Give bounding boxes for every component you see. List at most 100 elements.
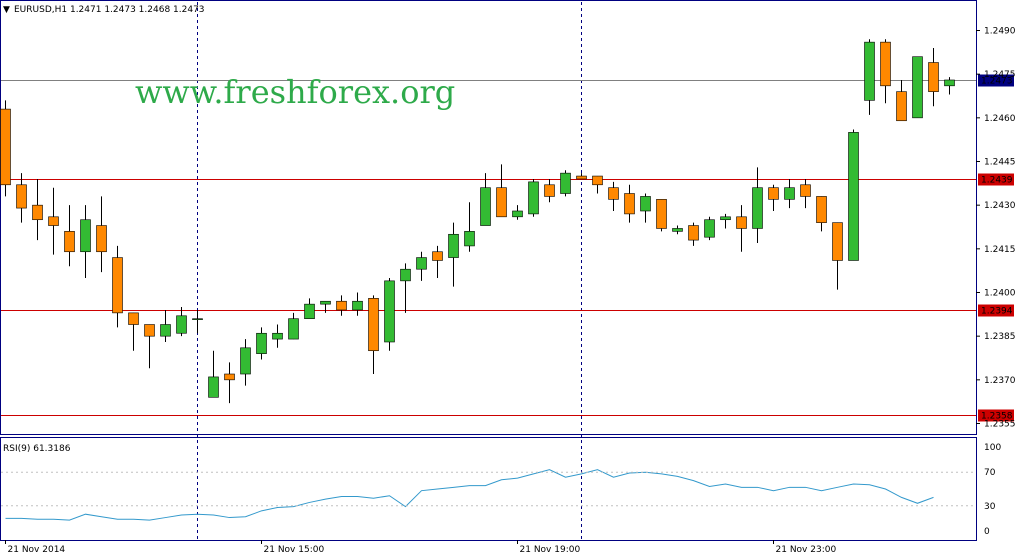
candle-body [880,41,891,87]
candle [304,298,315,319]
candle-body [400,268,411,282]
candle [240,339,251,386]
candle-body [224,373,235,381]
candle [208,350,219,398]
candle-body [416,257,427,270]
symbol-info: EURUSD,H1 1.2471 1.2473 1.2468 1.2473 [14,5,205,15]
candle-body [496,187,507,218]
candle-body [464,231,475,247]
rsi-level-label-1: 70 [984,468,996,478]
candle [448,222,459,287]
candle-body [96,225,107,253]
candle-body [832,222,843,261]
candle [80,205,91,278]
candle [944,77,955,95]
candle [192,309,203,334]
candle-body [784,187,795,200]
candle [672,225,683,235]
candle-body [288,318,299,340]
candle [288,312,299,340]
candle-body [592,175,603,186]
candle-body [176,315,187,334]
chart-menu-icon[interactable]: ▼ [3,5,10,15]
candle-body [736,216,747,229]
candle-body [896,91,907,122]
candle [896,79,907,122]
price-tick-label-0: 1.2490 [984,27,1016,37]
candle [224,362,235,404]
candle-body [0,108,11,186]
candle-body [752,187,763,229]
candle [512,205,523,220]
candle [704,216,715,241]
candle [256,327,267,360]
candle-body [304,303,315,319]
time-tick-label-1: 21 Nov 15:00 [264,545,325,555]
candle [592,175,603,194]
candle-body [944,79,955,87]
candle [272,324,283,348]
candle-body [864,41,875,101]
level-price-label-0: 1.2439 [981,176,1013,186]
candle [656,199,667,232]
candle-body [800,184,811,197]
candle-body [656,199,667,229]
candle [848,129,859,261]
level-price-label-1: 1.2394 [981,307,1013,317]
candle-body [528,181,539,215]
candle [560,170,571,197]
candle [816,196,827,232]
time-tick-label-2: 21 Nov 19:00 [520,545,581,555]
candle-body [240,347,251,375]
candle [768,184,779,211]
candle-body [208,376,219,398]
candle-body [192,318,203,321]
candle [928,47,939,107]
price-tick-label-7: 1.2385 [984,332,1016,342]
candle-body [928,62,939,92]
candle [912,56,923,119]
candle [336,295,347,316]
candle [496,164,507,218]
candle [0,100,11,197]
candle [608,181,619,211]
price-tick-label-6: 1.2400 [984,289,1016,299]
candle [176,307,187,337]
candle-body [448,233,459,258]
time-axis: 21 Nov 2014 21 Nov 15:00 21 Nov 19:00 21 No… [5,540,837,555]
candle-body [144,324,155,337]
candle [368,295,379,375]
candle-body [384,280,395,343]
horizontal-levels: 1.24391.23941.23581.2473 [1,74,1014,422]
candle [400,263,411,313]
candle [352,292,363,316]
candle-body [912,56,923,119]
rsi-level-label-3: 0 [984,527,990,537]
price-tick-label-8: 1.2370 [984,376,1016,386]
candle [640,193,651,223]
candle-body [160,324,171,337]
price-tick-label-9: 1.2355 [984,420,1016,430]
candle-body [688,225,699,241]
candle [320,300,331,313]
rsi-line [5,469,934,521]
rsi-indicator [5,469,934,521]
candle [32,178,43,241]
candle [880,39,891,104]
candle-body [704,219,715,238]
candle-body [576,175,587,180]
candle [752,167,763,244]
candle-body [32,204,43,221]
time-tick-label-3: 21 Nov 23:00 [776,545,837,555]
price-tick-label-4: 1.2430 [984,201,1016,211]
candle-body [640,196,651,212]
rsi-label: RSI(9) 61.3186 [3,444,71,454]
candle [528,178,539,217]
candle-body [368,298,379,352]
price-tick-label-3: 1.2445 [984,158,1016,168]
candle-body [512,210,523,218]
candle [464,202,475,252]
candle [736,205,747,252]
candle-body [112,257,123,314]
price-tick-label-1: 1.2475 [984,70,1016,80]
